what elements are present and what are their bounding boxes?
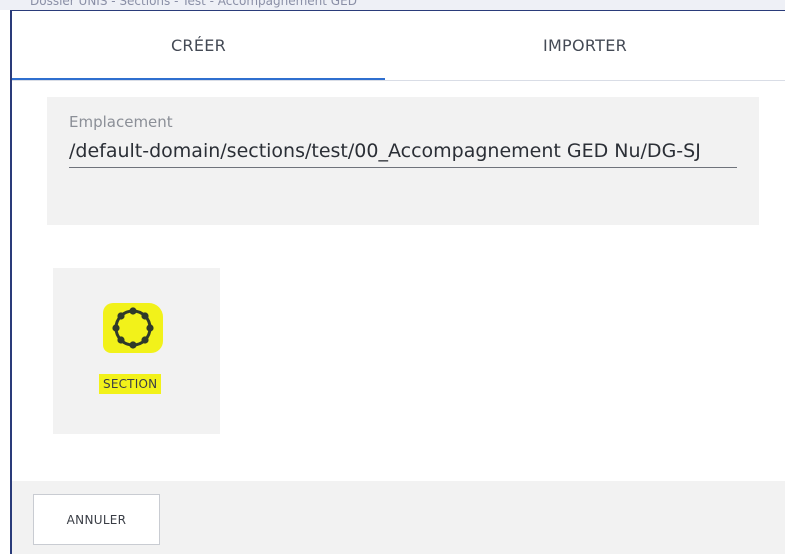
section-label-highlight: SECTION	[99, 374, 162, 394]
background-window-strip: Dossier UNIS - Sections - Test - Accompa…	[0, 0, 785, 10]
location-label: Emplacement	[69, 113, 173, 131]
page: Dossier UNIS - Sections - Test - Accompa…	[0, 0, 785, 554]
cancel-button[interactable]: ANNULER	[33, 494, 160, 545]
document-type-section[interactable]: SECTION	[53, 268, 220, 434]
active-tab-indicator	[12, 78, 385, 80]
tab-create-label: CRÉER	[170, 35, 227, 55]
tab-create[interactable]: CRÉER	[12, 11, 385, 80]
tab-import[interactable]: IMPORTER	[385, 11, 785, 79]
dialog-footer: ANNULER	[12, 481, 785, 554]
background-window-title: Dossier UNIS - Sections - Test - Accompa…	[30, 0, 357, 8]
create-document-dialog: CRÉER IMPORTER Emplacement /default-doma…	[10, 10, 785, 554]
section-ring-icon	[112, 307, 154, 349]
location-field[interactable]	[69, 135, 737, 168]
dialog-tabs: CRÉER IMPORTER	[12, 11, 785, 81]
left-edge	[0, 10, 10, 554]
location-panel: Emplacement	[47, 97, 759, 225]
section-icon-highlight	[103, 303, 163, 353]
section-label: SECTION	[103, 377, 158, 391]
tab-import-label: IMPORTER	[542, 35, 628, 55]
